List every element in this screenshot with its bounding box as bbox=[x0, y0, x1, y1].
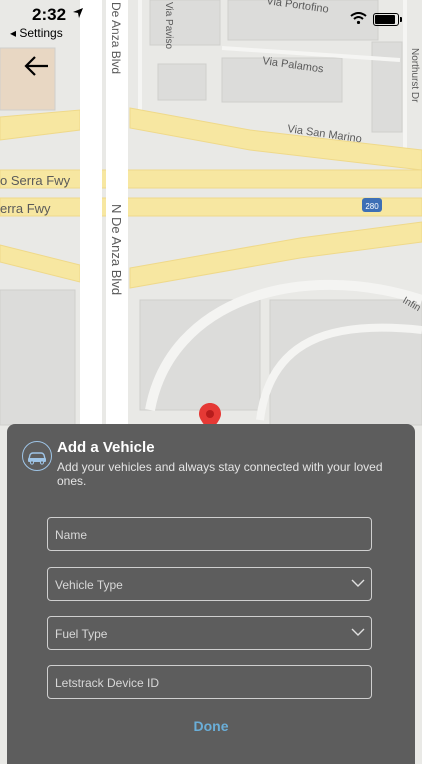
street-label-n-de-anza: N De Anza Blvd bbox=[109, 204, 124, 295]
street-label-serra-fwy-1: o Serra Fwy bbox=[0, 173, 71, 188]
name-field-placeholder: Name bbox=[55, 528, 87, 542]
wifi-icon bbox=[350, 12, 367, 24]
street-label-serra-fwy-2: erra Fwy bbox=[0, 201, 51, 216]
street-label-northurst: Northurst Dr bbox=[409, 48, 420, 103]
highway-shield-label: 280 bbox=[365, 202, 379, 211]
car-icon bbox=[22, 441, 52, 471]
fuel-type-select[interactable]: Fuel Type bbox=[47, 616, 372, 650]
battery-icon bbox=[373, 13, 399, 26]
device-id-field[interactable]: Letstrack Device ID bbox=[47, 665, 372, 699]
vehicle-type-placeholder: Vehicle Type bbox=[55, 578, 123, 592]
name-field[interactable]: Name bbox=[47, 517, 372, 551]
back-arrow-icon[interactable] bbox=[22, 52, 52, 80]
back-to-settings-link[interactable]: ◂ Settings bbox=[10, 26, 63, 40]
location-arrow-icon bbox=[73, 8, 83, 18]
device-id-placeholder: Letstrack Device ID bbox=[55, 676, 159, 690]
status-bar: 2:32 ◂ Settings bbox=[0, 0, 422, 44]
sheet-subtitle: Add your vehicles and always stay connec… bbox=[57, 460, 397, 488]
chevron-down-icon bbox=[351, 579, 365, 588]
done-button[interactable]: Done bbox=[7, 718, 415, 734]
sheet-title: Add a Vehicle bbox=[57, 439, 155, 456]
fuel-type-placeholder: Fuel Type bbox=[55, 627, 107, 641]
add-vehicle-sheet: Add a Vehicle Add your vehicles and alwa… bbox=[7, 424, 415, 764]
vehicle-type-select[interactable]: Vehicle Type bbox=[47, 567, 372, 601]
status-time: 2:32 bbox=[32, 5, 66, 25]
chevron-down-icon bbox=[351, 628, 365, 637]
